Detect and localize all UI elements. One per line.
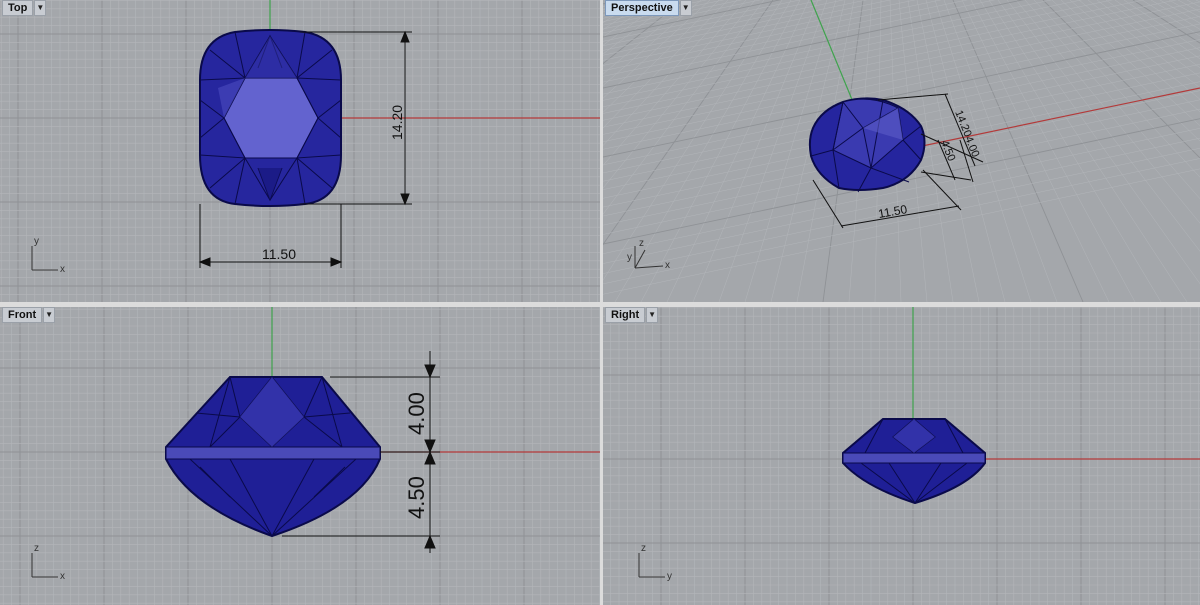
viewport-title[interactable]: Right (605, 307, 646, 323)
grid-line (1096, 0, 1200, 78)
axis-widget-x: x (60, 571, 65, 582)
grid-line-major (1132, 0, 1200, 44)
grid-line (603, 168, 1200, 295)
grid-line (692, 0, 819, 302)
axis-widget (31, 246, 58, 271)
grid-line (1141, 0, 1200, 37)
grid-line (970, 0, 1136, 302)
grid-line (603, 0, 711, 99)
chevron-down-icon[interactable]: ▼ (43, 307, 56, 323)
viewport-title[interactable]: Front (2, 307, 43, 323)
axis-widget-x: x (60, 264, 65, 275)
axis-widget-y: y (34, 236, 39, 247)
viewport-title[interactable]: Top (2, 0, 34, 16)
viewport-tab-front[interactable]: Front ▼ (2, 307, 56, 323)
axis-widget (634, 246, 664, 269)
axis-widget-y: y (667, 571, 672, 582)
grid-line (1033, 0, 1200, 178)
grid-line (603, 0, 725, 26)
grid-line (1024, 0, 1200, 200)
axis-widget-y: y (627, 252, 632, 263)
grid-line (603, 0, 996, 83)
grid-line (603, 0, 630, 17)
perspective-canvas[interactable]: 14.20 4.00 4.50 11.50 z y x (603, 0, 1200, 302)
gem-perspective[interactable] (808, 97, 926, 193)
grid-line (603, 0, 968, 77)
grid-line (1177, 0, 1200, 13)
chevron-down-icon[interactable]: ▼ (646, 307, 659, 323)
viewport-splitter-horizontal[interactable] (0, 302, 1200, 307)
grid-line (961, 0, 1110, 302)
dim-height-label: 14.20 (389, 105, 405, 140)
grid-line (603, 0, 892, 61)
grid-line (603, 0, 729, 129)
grid-line (1051, 0, 1200, 142)
viewport-right[interactable]: z y Right ▼ (603, 307, 1200, 605)
chevron-down-icon[interactable]: ▼ (679, 0, 692, 16)
grid-line (1087, 0, 1200, 89)
grid-line (1006, 0, 1200, 252)
grid-line (1060, 0, 1200, 127)
grid-line (603, 0, 666, 46)
dim-width-label: 14.20 (952, 109, 973, 139)
viewport-tab-right[interactable]: Right ▼ (605, 307, 659, 323)
viewport-top[interactable]: 11.50 14.20 y x Top ▼ (0, 0, 600, 302)
gem-right[interactable] (842, 418, 986, 505)
grid-line (1195, 0, 1200, 3)
top-canvas[interactable]: 11.50 14.20 y x (0, 0, 600, 302)
gem-top[interactable] (199, 29, 342, 207)
viewport-front[interactable]: 4.00 4.50 z x Front ▼ (0, 307, 600, 605)
grid-line (603, 0, 1145, 114)
dim-pavilion-label: 4.50 (404, 476, 429, 519)
rhino-workspace: 11.50 14.20 y x Top ▼ 14.20 4.00 4.50 11… (0, 0, 1200, 605)
grid-line (640, 0, 801, 302)
grid-line (603, 0, 693, 75)
viewport-tab-perspective[interactable]: Perspective ▼ (605, 0, 692, 16)
axis-widget-z: z (641, 543, 646, 554)
grid-line (603, 0, 675, 55)
y-axis-line (810, 0, 854, 103)
grid-line-major (603, 0, 684, 65)
viewport-perspective[interactable]: 14.20 4.00 4.50 11.50 z y x Perspective … (603, 0, 1200, 302)
right-canvas[interactable]: z y (603, 307, 1200, 605)
viewport-title[interactable]: Perspective (605, 0, 679, 16)
axis-widget-z: z (639, 238, 644, 249)
dim-width-label: 11.50 (262, 246, 296, 262)
grid-line (603, 0, 648, 30)
front-canvas[interactable]: 4.00 4.50 z x (0, 307, 600, 605)
chevron-down-icon[interactable]: ▼ (34, 0, 47, 16)
dim-crown-label: 4.00 (404, 392, 429, 435)
grid-line-major (1042, 0, 1200, 159)
viewport-tab-top[interactable]: Top ▼ (2, 0, 47, 16)
grid-line (603, 0, 648, 10)
axis-widget-z: z (34, 543, 39, 554)
axis-widget-x: x (665, 260, 670, 271)
